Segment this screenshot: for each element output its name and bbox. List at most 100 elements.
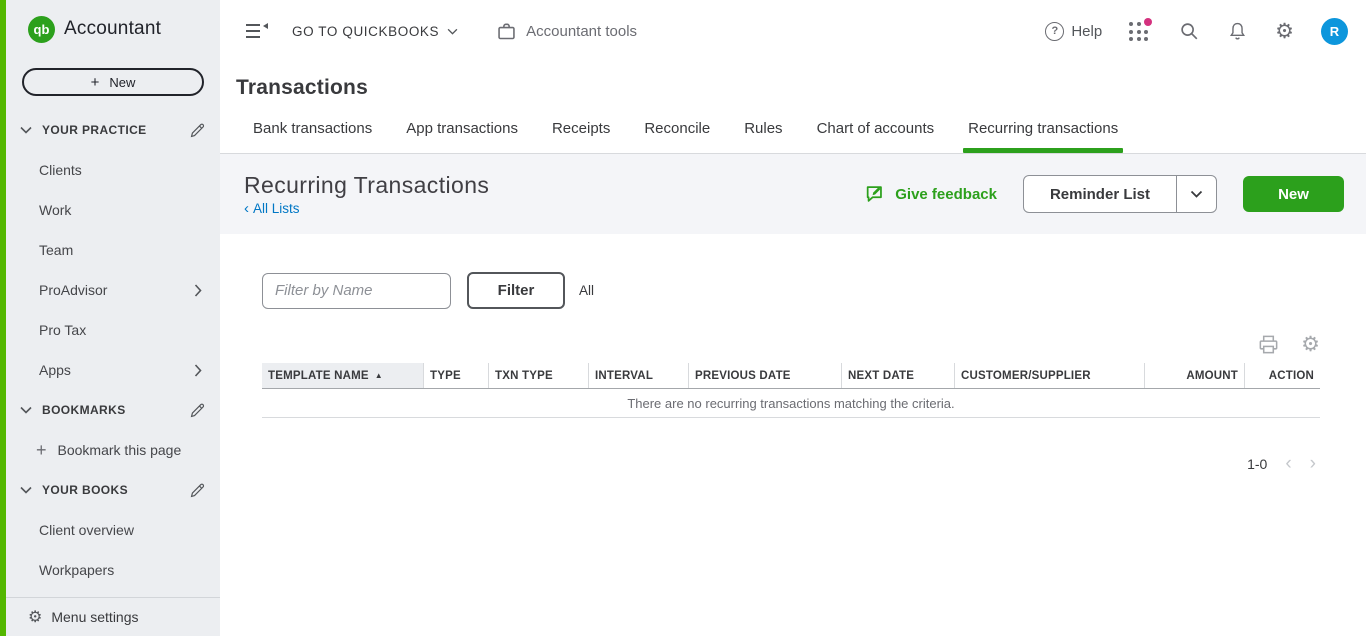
column-header-action[interactable]: ACTION	[1245, 363, 1320, 388]
content: Filter All ⚙ TEMPLATE NAME ▲ TYPE TXN TY…	[220, 234, 1366, 636]
search-icon[interactable]	[1178, 20, 1200, 42]
reminder-list-dropdown-toggle[interactable]	[1176, 176, 1216, 212]
pagination: 1-0 ‹ ›	[262, 454, 1320, 473]
sidebar-item-label: Pro Tax	[39, 322, 86, 338]
tab-rules[interactable]: Rules	[743, 120, 783, 153]
help-button[interactable]: ? Help	[1045, 22, 1102, 41]
column-header-txn-type[interactable]: TXN TYPE	[489, 363, 589, 388]
table-header-row: TEMPLATE NAME ▲ TYPE TXN TYPE INTERVAL P…	[262, 363, 1320, 389]
edit-pencil-icon[interactable]	[189, 402, 206, 419]
print-icon[interactable]	[1257, 333, 1280, 356]
pagination-range: 1-0	[1247, 456, 1267, 472]
sidebar-nav: YOUR PRACTICE Clients Work Team ProAdvis…	[6, 110, 220, 597]
subheader: Recurring Transactions ‹ All Lists Give …	[220, 154, 1366, 234]
reminder-list-button[interactable]: Reminder List	[1024, 176, 1176, 212]
sidebar-item-proadvisor[interactable]: ProAdvisor	[6, 270, 220, 310]
notifications-bell-icon[interactable]	[1227, 20, 1248, 42]
chevron-down-icon	[20, 486, 32, 494]
topbar: GO TO QUICKBOOKS Accountant tools ? Help	[220, 0, 1366, 62]
column-label: CUSTOMER/SUPPLIER	[961, 370, 1091, 382]
table-tools: ⚙	[262, 331, 1320, 357]
column-header-amount[interactable]: AMOUNT	[1145, 363, 1245, 388]
avatar[interactable]: R	[1321, 18, 1348, 45]
filter-by-name-input[interactable]	[262, 273, 451, 309]
section-title: Recurring Transactions	[244, 172, 489, 199]
pagination-prev-icon[interactable]: ‹	[1285, 454, 1291, 473]
section-label: YOUR PRACTICE	[42, 123, 147, 137]
edit-pencil-icon[interactable]	[189, 122, 206, 139]
column-header-previous-date[interactable]: PREVIOUS DATE	[689, 363, 842, 388]
table-settings-gear-icon[interactable]: ⚙	[1301, 334, 1320, 355]
all-lists-label: All Lists	[253, 201, 300, 216]
menu-settings-button[interactable]: ⚙ Menu settings	[6, 597, 220, 636]
column-label: TEMPLATE NAME	[268, 370, 369, 382]
sidebar-section-your-practice[interactable]: YOUR PRACTICE	[6, 110, 220, 150]
sidebar-item-label: Bookmark this page	[58, 442, 182, 458]
sidebar-item-clients[interactable]: Clients	[6, 150, 220, 190]
apps-grid-icon[interactable]	[1129, 20, 1151, 42]
empty-state-message: There are no recurring transactions matc…	[627, 396, 954, 411]
chevron-right-icon	[194, 284, 202, 297]
new-button-label: New	[109, 75, 135, 90]
tab-recurring-transactions[interactable]: Recurring transactions	[967, 120, 1119, 153]
sidebar-section-your-books[interactable]: YOUR BOOKS	[6, 470, 220, 510]
sidebar-section-bookmarks[interactable]: BOOKMARKS	[6, 390, 220, 430]
filter-button[interactable]: Filter	[467, 272, 565, 309]
help-label: Help	[1071, 23, 1102, 40]
section-label: BOOKMARKS	[42, 403, 126, 417]
sidebar-item-label: Team	[39, 242, 73, 258]
accountant-tools-button[interactable]: Accountant tools	[496, 21, 637, 42]
new-recurring-transaction-button[interactable]: New	[1243, 176, 1344, 212]
sidebar-item-workpapers[interactable]: Workpapers	[6, 550, 220, 590]
subheader-actions: Give feedback Reminder List New	[864, 175, 1350, 213]
column-header-interval[interactable]: INTERVAL	[589, 363, 689, 388]
tab-bank-transactions[interactable]: Bank transactions	[252, 120, 373, 153]
main-area: GO TO QUICKBOOKS Accountant tools ? Help	[220, 0, 1366, 636]
go-to-quickbooks-dropdown[interactable]: GO TO QUICKBOOKS	[292, 24, 458, 39]
sidebar-item-label: ProAdvisor	[39, 282, 107, 298]
give-feedback-button[interactable]: Give feedback	[864, 183, 997, 205]
logo-monogram: qb	[34, 22, 50, 37]
sidebar-item-work[interactable]: Work	[6, 190, 220, 230]
sidebar-item-client-overview[interactable]: Client overview	[6, 510, 220, 550]
subheader-left: Recurring Transactions ‹ All Lists	[244, 172, 489, 216]
feedback-icon	[864, 183, 886, 205]
chevron-right-icon	[194, 364, 202, 377]
tab-receipts[interactable]: Receipts	[551, 120, 611, 153]
pagination-next-icon[interactable]: ›	[1310, 454, 1316, 473]
tab-reconcile[interactable]: Reconcile	[643, 120, 711, 153]
sidebar-item-apps[interactable]: Apps	[6, 350, 220, 390]
settings-gear-icon[interactable]: ⚙	[1275, 21, 1294, 42]
sidebar-item-label: Apps	[39, 362, 71, 378]
column-label: ACTION	[1269, 370, 1314, 382]
empty-state-row: There are no recurring transactions matc…	[262, 389, 1320, 418]
app-window: qb Accountant + New YOUR PRACTICE Client…	[0, 0, 1366, 636]
tab-app-transactions[interactable]: App transactions	[405, 120, 519, 153]
collapse-sidebar-icon[interactable]	[246, 23, 268, 39]
section-label: YOUR BOOKS	[42, 483, 128, 497]
tab-chart-of-accounts[interactable]: Chart of accounts	[816, 120, 936, 153]
chevron-down-icon	[20, 406, 32, 414]
quickbooks-logo-icon: qb	[28, 16, 55, 43]
column-header-customer-supplier[interactable]: CUSTOMER/SUPPLIER	[955, 363, 1145, 388]
all-lists-link[interactable]: ‹ All Lists	[244, 201, 489, 216]
column-label: AMOUNT	[1186, 370, 1238, 382]
brand-name: Accountant	[64, 18, 161, 40]
plus-icon: +	[91, 74, 100, 91]
sidebar-new-button[interactable]: + New	[22, 68, 204, 96]
chevron-down-icon	[447, 28, 458, 35]
notification-dot	[1144, 18, 1152, 26]
column-header-next-date[interactable]: NEXT DATE	[842, 363, 955, 388]
topbar-right: ? Help ⚙ R	[1045, 18, 1348, 45]
filter-scope-label: All	[579, 283, 594, 298]
edit-pencil-icon[interactable]	[189, 482, 206, 499]
reminder-list-split-button: Reminder List	[1023, 175, 1217, 213]
sidebar-item-team[interactable]: Team	[6, 230, 220, 270]
chevron-left-icon: ‹	[244, 201, 249, 216]
sidebar-item-pro-tax[interactable]: Pro Tax	[6, 310, 220, 350]
sidebar-item-label: Clients	[39, 162, 82, 178]
help-icon: ?	[1045, 22, 1064, 41]
column-header-template-name[interactable]: TEMPLATE NAME ▲	[262, 363, 424, 388]
column-header-type[interactable]: TYPE	[424, 363, 489, 388]
sidebar-bookmark-this-page[interactable]: + Bookmark this page	[6, 430, 220, 470]
